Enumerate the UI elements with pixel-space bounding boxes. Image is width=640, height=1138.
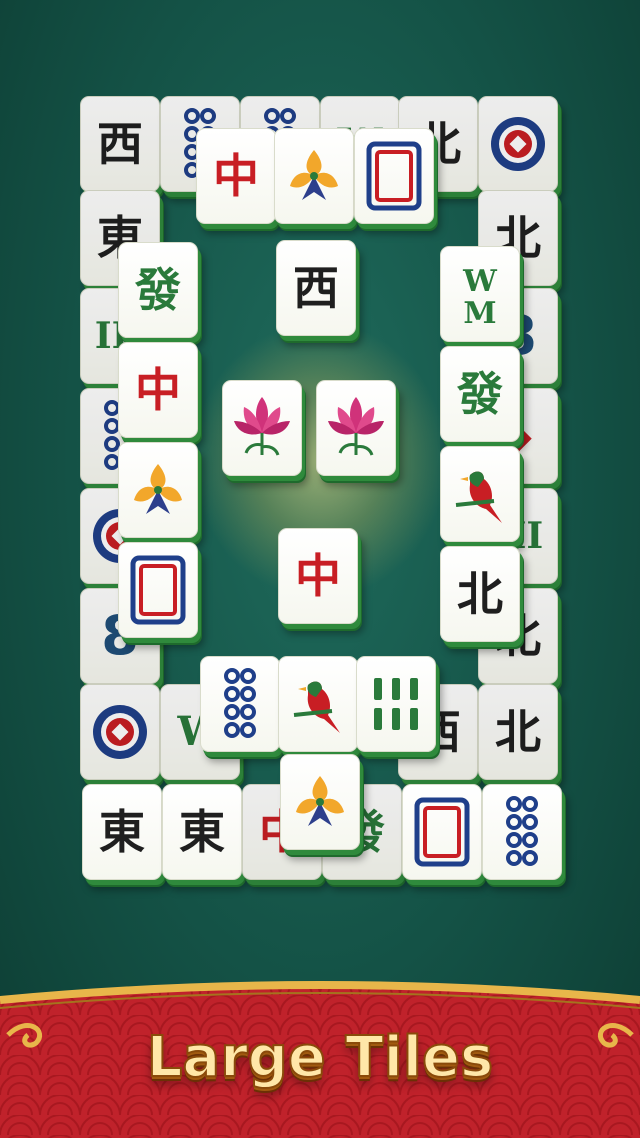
- tile-glyph: 北: [495, 705, 541, 759]
- tile-white-dragon[interactable]: [402, 784, 482, 880]
- tile-orchid[interactable]: [118, 442, 198, 538]
- tile-glyph: 東: [99, 805, 145, 859]
- svg-text:W: W: [462, 264, 498, 299]
- tile-glyph: 發: [135, 263, 181, 317]
- tile-glyph: 西: [97, 117, 143, 171]
- frame-icon: [130, 555, 186, 625]
- orchid-icon: [296, 776, 344, 826]
- tile-green-dragon[interactable]: 發: [440, 346, 520, 442]
- tile-glyph: 中: [213, 149, 259, 203]
- tile-north[interactable]: 北: [478, 684, 558, 780]
- tile-east[interactable]: 東: [82, 784, 162, 880]
- tile-bird[interactable]: [278, 656, 358, 752]
- tile-glyph: 北: [457, 567, 503, 621]
- tile-white-dragon[interactable]: [118, 542, 198, 638]
- svg-text:M: M: [463, 296, 496, 327]
- tile-glyph: 中: [295, 549, 341, 603]
- tile-green-dragon[interactable]: 發: [118, 242, 198, 338]
- tile-east[interactable]: 東: [162, 784, 242, 880]
- banner-title: Large Tiles: [146, 1024, 495, 1091]
- coin-icon: [491, 117, 545, 171]
- frame-icon: [414, 797, 470, 867]
- tile-white-dragon[interactable]: [354, 128, 434, 224]
- tile-circles-8[interactable]: [200, 656, 280, 752]
- tile-circles-8[interactable]: [482, 784, 562, 880]
- bamboo-icon: [374, 678, 418, 730]
- tile-bamboo-3[interactable]: [356, 656, 436, 752]
- lotus-icon: [234, 397, 290, 456]
- tile-glyph: 西: [293, 261, 339, 315]
- tile-glyph: 發: [457, 367, 503, 421]
- bird-icon: [455, 471, 502, 523]
- coin-icon: [93, 705, 147, 759]
- tile-north[interactable]: 北: [440, 546, 520, 642]
- tile-lotus[interactable]: [316, 380, 396, 476]
- tile-orchid[interactable]: [280, 754, 360, 850]
- orchid-icon: [134, 464, 182, 514]
- tile-glyph: 東: [179, 805, 225, 859]
- orchid-icon: [290, 150, 338, 200]
- tile-red-dragon[interactable]: 中: [278, 528, 358, 624]
- tile-bird[interactable]: [440, 446, 520, 542]
- frame-icon: [366, 141, 422, 211]
- tile-lotus[interactable]: [222, 380, 302, 476]
- tile-red-dragon[interactable]: 中: [118, 342, 198, 438]
- tile-orchid[interactable]: [274, 128, 354, 224]
- tile-west[interactable]: 西: [80, 96, 160, 192]
- tile-west[interactable]: 西: [276, 240, 356, 336]
- tile-circle-coin[interactable]: [80, 684, 160, 780]
- bird-icon: [293, 681, 340, 733]
- circles-icon: [506, 796, 538, 866]
- tile-bamboo[interactable]: W M: [440, 246, 520, 342]
- circles-icon: [224, 668, 256, 738]
- bamboo-icon: W M: [462, 264, 498, 327]
- lotus-icon: [328, 397, 384, 456]
- tile-glyph: 中: [135, 363, 181, 417]
- game-board: 西 W 北 東 北 III 8 ◆: [0, 0, 640, 980]
- tile-circle-coin[interactable]: [478, 96, 558, 192]
- tile-red-dragon[interactable]: 中: [196, 128, 276, 224]
